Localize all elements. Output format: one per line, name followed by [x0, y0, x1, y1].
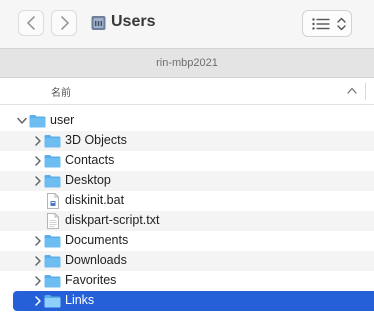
forward-button[interactable] [51, 10, 77, 36]
tree-row-favorites[interactable]: Favorites [0, 271, 374, 291]
folder-icon [29, 115, 46, 128]
folder-icon [44, 275, 61, 288]
tree-row-user[interactable]: user [0, 111, 374, 131]
chevron-left-icon [27, 16, 35, 30]
user-folder-icon [91, 16, 106, 30]
toolbar: Users [0, 0, 374, 48]
window-title: Users [111, 13, 156, 30]
chevron-right-icon[interactable] [34, 176, 42, 186]
tree-row-diskinit-bat[interactable]: diskinit.bat [0, 191, 374, 211]
tree-row-diskpart-script-txt[interactable]: diskpart-script.txt [0, 211, 374, 231]
tree-row-documents[interactable]: Documents [0, 231, 374, 251]
tree-row-3d-objects[interactable]: 3D Objects [0, 131, 374, 151]
tree-row-label: diskinit.bat [65, 193, 125, 207]
name-column-header[interactable]: 名前 [51, 84, 71, 99]
column-header: 名前 [0, 78, 374, 105]
tree-row-links-selected[interactable]: Links [0, 291, 374, 311]
chevron-right-icon[interactable] [34, 296, 42, 306]
text-file-icon [47, 213, 59, 229]
chevron-down-icon[interactable] [17, 117, 27, 125]
folder-icon [44, 295, 61, 308]
tree-row-label: Contacts [65, 153, 115, 167]
tree-row-label: user [50, 113, 75, 127]
chevron-right-icon [61, 16, 69, 30]
tree-row-contacts[interactable]: Contacts [0, 151, 374, 171]
tree-row-label: Links [65, 293, 95, 307]
tree-row-label: diskpart-script.txt [65, 213, 160, 227]
chevron-right-icon[interactable] [34, 236, 42, 246]
sort-ascending-icon[interactable] [347, 87, 357, 94]
column-divider[interactable] [365, 83, 366, 100]
tree-row-label: Documents [65, 233, 129, 247]
tree-row-label: Desktop [65, 173, 111, 187]
chevron-right-icon[interactable] [34, 156, 42, 166]
folder-icon [44, 155, 61, 168]
chevron-right-icon[interactable] [34, 136, 42, 146]
view-options-button[interactable] [302, 10, 352, 37]
tree-row-label: Downloads [65, 253, 127, 267]
tree-row-label: 3D Objects [65, 133, 127, 147]
chevron-right-icon[interactable] [34, 256, 42, 266]
chevron-right-icon[interactable] [34, 276, 42, 286]
tree-row-downloads[interactable]: Downloads [0, 251, 374, 271]
chevron-updown-icon [337, 17, 346, 31]
list-view-icon [312, 18, 330, 30]
folder-icon [44, 235, 61, 248]
tree-row-desktop[interactable]: Desktop [0, 171, 374, 191]
tree-row-label: Favorites [65, 273, 117, 287]
path-bar: rin-mbp2021 [0, 48, 374, 78]
folder-icon [44, 175, 61, 188]
folder-icon [44, 135, 61, 148]
folder-icon [44, 255, 61, 268]
batch-file-icon [47, 193, 59, 209]
back-button[interactable] [18, 10, 44, 36]
